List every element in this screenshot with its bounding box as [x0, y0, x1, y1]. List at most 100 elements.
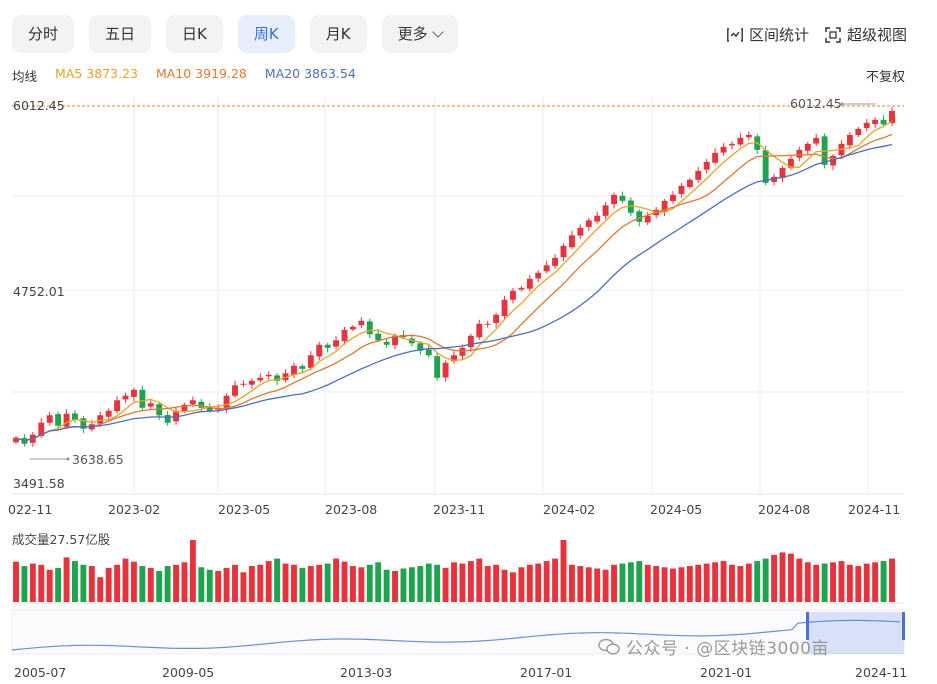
ma10-legend: MA10 3919.28	[155, 66, 247, 81]
volume-bar	[804, 562, 811, 602]
chart-tools: 区间统计 超级视图	[711, 24, 907, 45]
volume-bar	[147, 567, 154, 602]
price-adjust-toggle[interactable]: 不复权	[866, 66, 905, 85]
volume-bar	[181, 562, 188, 602]
wechat-icon	[598, 638, 620, 655]
volume-bar	[425, 563, 432, 602]
range-stats-button[interactable]: 区间统计	[727, 24, 809, 45]
volume-bar	[880, 561, 887, 602]
min-price-marker: 3638.65	[72, 452, 124, 467]
candle	[863, 122, 870, 128]
volume-bar	[863, 563, 870, 602]
volume-bar	[745, 563, 752, 602]
volume-bar	[754, 561, 761, 602]
candle	[189, 400, 196, 405]
volume-bar	[324, 563, 331, 602]
candle	[821, 136, 828, 165]
candle	[787, 158, 794, 168]
candle	[333, 340, 340, 347]
overview-x-label: 2024-11	[855, 665, 907, 680]
super-view-button[interactable]: 超级视图	[825, 24, 907, 45]
tab-weekly-k[interactable]: 周K	[237, 15, 295, 53]
candle	[215, 407, 222, 410]
overview-x-label: 2009-05	[162, 665, 214, 680]
volume-bar	[846, 564, 853, 602]
candle	[611, 194, 617, 205]
tab-intraday[interactable]: 分时	[12, 15, 75, 53]
candle	[627, 200, 634, 213]
candle	[552, 257, 559, 266]
volume-bar	[552, 558, 559, 602]
candlestick-series	[13, 107, 895, 447]
candle	[602, 205, 609, 216]
x-tick-label: 2024-05	[650, 502, 702, 517]
x-tick-label: 2024-08	[758, 502, 810, 517]
chart-grid	[12, 96, 904, 495]
overview-x-label: 2017-01	[520, 665, 572, 680]
volume-bar	[122, 558, 129, 602]
volume-bar	[535, 563, 542, 602]
volume-bar	[510, 572, 516, 602]
volume-bar	[577, 566, 584, 602]
volume-bar	[38, 564, 45, 602]
x-tick-label: 2023-05	[218, 502, 270, 517]
candle	[720, 146, 727, 153]
volume-bar	[88, 566, 95, 602]
price-label: 6012.45	[13, 98, 65, 113]
volume-bar	[164, 566, 171, 602]
ma20-legend: MA20 3863.54	[264, 66, 356, 81]
candle	[585, 220, 592, 227]
candle	[813, 137, 820, 144]
candle	[21, 438, 28, 444]
candle	[206, 408, 213, 411]
candle	[198, 401, 205, 408]
candle	[568, 235, 575, 248]
volume-bar	[568, 564, 575, 602]
overview-handle-right	[902, 612, 905, 640]
candle	[299, 366, 306, 369]
tab-more[interactable]: 更多	[381, 15, 458, 53]
candle	[493, 314, 500, 323]
volume-bar	[434, 564, 441, 602]
candle	[703, 161, 710, 170]
ma5-legend: MA5 3873.23	[55, 66, 138, 81]
candle	[476, 323, 483, 338]
range-stats-label: 区间统计	[748, 26, 809, 44]
candle	[594, 215, 601, 222]
candle	[147, 403, 154, 407]
volume-bar	[105, 567, 112, 602]
volume-bar	[627, 562, 634, 602]
tab-five-day[interactable]: 五日	[89, 15, 152, 53]
candle	[13, 437, 19, 443]
volume-bar	[291, 564, 297, 602]
candle	[88, 424, 95, 430]
volume-bar	[737, 566, 744, 602]
candle	[830, 155, 836, 166]
candle	[762, 150, 769, 183]
tab-daily-k[interactable]: 日K	[166, 15, 223, 53]
volume-bar	[771, 554, 778, 602]
candle	[282, 373, 289, 381]
volume-bar	[173, 564, 179, 602]
candle	[307, 355, 314, 368]
candle	[105, 410, 112, 417]
tab-monthly-k[interactable]: 月K	[309, 15, 367, 53]
volume-bar	[349, 566, 356, 602]
candle	[156, 404, 163, 416]
volume-bar	[375, 562, 382, 602]
volume-bar	[341, 561, 348, 602]
candle	[223, 395, 230, 409]
kline-chart[interactable]: 6012.45 4752.01 3491.58 6012.45 3638.65 022…	[0, 0, 937, 684]
volume-bar	[855, 566, 862, 602]
volume-label: 成交量27.57亿股	[12, 532, 111, 547]
fullscreen-icon	[825, 26, 841, 43]
volume-bar	[872, 562, 879, 602]
overview-x-label: 2005-07	[14, 665, 66, 680]
period-tabs: 分时 五日 日K 周K 月K 更多	[12, 15, 473, 55]
volume-bar	[796, 558, 803, 602]
volume-bar	[526, 564, 533, 602]
volume-bar	[720, 561, 727, 602]
candle	[164, 414, 171, 423]
volume-bar	[206, 569, 213, 602]
ma10-line	[15, 133, 893, 442]
